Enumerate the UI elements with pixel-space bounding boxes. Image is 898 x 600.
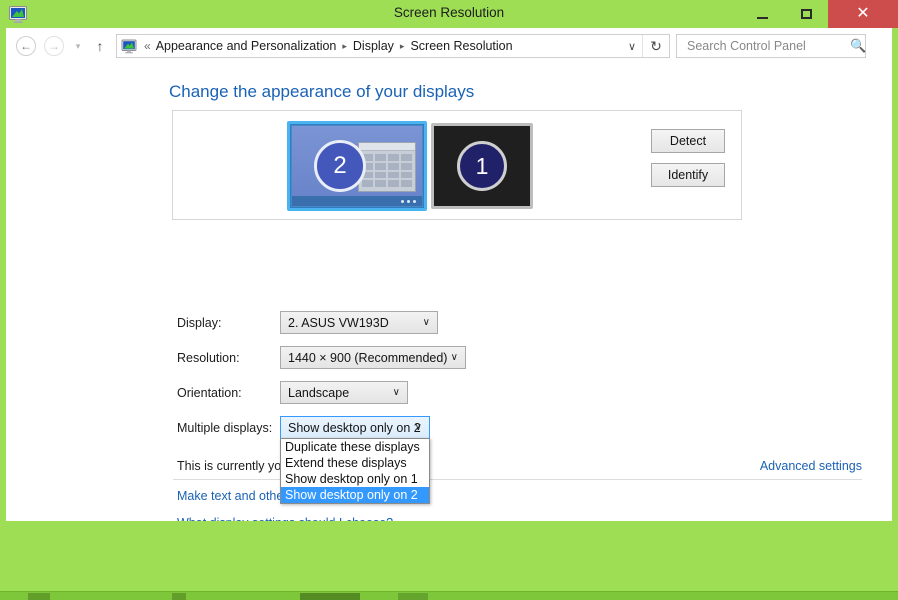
taskbar[interactable] — [0, 591, 898, 600]
forward-arrow-icon: → — [48, 39, 60, 53]
breadcrumb-separator-icon[interactable]: ▸ — [400, 41, 405, 52]
resolution-select[interactable]: 1440 × 900 (Recommended) ∨ — [280, 346, 466, 369]
breadcrumb-overflow-icon[interactable]: « — [144, 39, 151, 53]
monitor-number-badge-2: 2 — [314, 140, 366, 192]
minimize-button[interactable] — [740, 0, 784, 28]
what-display-settings-link[interactable]: What display settings should I choose? — [177, 516, 393, 521]
chevron-down-icon: ▾ — [75, 40, 81, 51]
up-one-level-button[interactable]: ↑ — [92, 37, 108, 55]
monitor-preview-2[interactable]: 2 — [287, 121, 427, 211]
advanced-settings-link[interactable]: Advanced settings — [760, 459, 862, 473]
navigation-bar: ← → ▾ ↑ « Appearance and Personalization… — [0, 28, 898, 64]
breadcrumb-item-appearance[interactable]: Appearance and Personalization — [156, 39, 337, 53]
address-display-icon — [121, 39, 137, 54]
screen-resolution-window: Screen Resolution ✕ ← → ▾ ↑ « Appearance… — [0, 0, 898, 592]
maximize-icon — [800, 9, 812, 19]
back-arrow-icon: ← — [20, 39, 32, 53]
chevron-down-icon: ∨ — [450, 352, 458, 363]
content-area: Change the appearance of your displays 2… — [0, 64, 898, 521]
resolution-select-value: 1440 × 900 (Recommended) — [288, 350, 448, 365]
multiple-displays-select[interactable]: Show desktop only on 2 ∨ — [280, 416, 430, 439]
display-select-value: 2. ASUS VW193D — [288, 315, 389, 330]
up-arrow-icon: ↑ — [96, 38, 104, 54]
section-divider — [173, 479, 862, 480]
display-label: Display: — [177, 316, 222, 330]
option-show-desktop-only-on-2[interactable]: Show desktop only on 2 — [281, 487, 429, 503]
multiple-displays-option-list[interactable]: Duplicate these displays Extend these di… — [280, 438, 430, 504]
breadcrumb-item-display[interactable]: Display — [353, 39, 394, 53]
chevron-down-icon: ∨ — [392, 387, 400, 398]
chevron-down-icon: ∨ — [414, 422, 422, 433]
desktop-window-icon — [358, 142, 416, 192]
refresh-button[interactable]: ↻ — [642, 35, 669, 57]
maximize-button[interactable] — [784, 0, 828, 28]
desktop-background: Screen Resolution ✕ ← → ▾ ↑ « Appearance… — [0, 0, 898, 600]
monitor-number-badge-1: 1 — [457, 141, 507, 191]
close-icon: ✕ — [856, 5, 870, 22]
display-select[interactable]: 2. ASUS VW193D ∨ — [280, 311, 438, 334]
display-preview-area: 2 1 Detect Identify — [172, 110, 742, 220]
breadcrumb-item-screen-resolution[interactable]: Screen Resolution — [410, 39, 512, 53]
monitor-2-taskbar — [292, 196, 422, 206]
orientation-select[interactable]: Landscape ∨ — [280, 381, 408, 404]
address-bar[interactable]: « Appearance and Personalization ▸ Displ… — [116, 34, 670, 58]
forward-button[interactable]: → — [44, 36, 64, 56]
monitor-preview-1[interactable]: 1 — [431, 123, 533, 209]
window-titlebar: Screen Resolution ✕ — [0, 0, 898, 28]
search-input[interactable] — [685, 38, 850, 54]
page-title: Change the appearance of your displays — [169, 82, 475, 101]
multiple-displays-label: Multiple displays: — [177, 421, 273, 435]
search-icon: 🔍 — [850, 38, 867, 53]
breadcrumb-separator-icon[interactable]: ▸ — [342, 41, 347, 52]
multiple-displays-select-value: Show desktop only on 2 — [288, 420, 421, 435]
back-button[interactable]: ← — [16, 36, 36, 56]
address-dropdown-button[interactable]: ∨ — [621, 35, 643, 57]
identify-button[interactable]: Identify — [651, 163, 725, 187]
resolution-label: Resolution: — [177, 351, 240, 365]
option-extend-these-displays[interactable]: Extend these displays — [281, 455, 429, 471]
option-show-desktop-only-on-1[interactable]: Show desktop only on 1 — [281, 471, 429, 487]
option-duplicate-these-displays[interactable]: Duplicate these displays — [281, 439, 429, 455]
orientation-select-value: Landscape — [288, 385, 350, 400]
detect-button[interactable]: Detect — [651, 129, 725, 153]
minimize-icon — [756, 16, 768, 19]
chevron-down-icon: ∨ — [422, 317, 430, 328]
search-box[interactable]: 🔍 — [676, 34, 866, 58]
recent-locations-button[interactable]: ▾ — [72, 40, 84, 52]
chevron-down-icon: ∨ — [627, 40, 637, 53]
refresh-icon: ↻ — [650, 37, 662, 54]
close-button[interactable]: ✕ — [828, 0, 898, 28]
orientation-label: Orientation: — [177, 386, 242, 400]
